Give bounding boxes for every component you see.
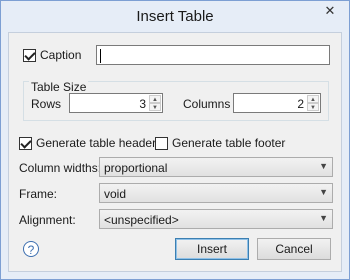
caption-checkbox-row[interactable]: Caption [23,48,81,62]
table-size-label: Table Size [29,80,89,94]
rows-spin-buttons[interactable]: ▲ ▼ [149,95,161,111]
cancel-button[interactable]: Cancel [257,238,331,260]
close-icon: ✕ [324,3,336,18]
columns-spin-buttons[interactable]: ▲ ▼ [307,95,319,111]
insert-button[interactable]: Insert [175,238,249,260]
alignment-select[interactable]: <unspecified> ▼ [99,209,333,229]
frame-label: Frame: [19,187,58,201]
column-widths-label: Column widths: [19,161,102,175]
rows-value: 3 [139,97,146,111]
header-checkbox[interactable] [19,136,32,150]
text-caret [100,49,101,63]
help-icon[interactable]: ? [23,241,39,257]
caption-checkbox[interactable] [23,48,36,62]
caption-input[interactable] [96,45,330,65]
rows-up-icon[interactable]: ▲ [149,95,161,103]
rows-down-icon[interactable]: ▼ [149,103,161,111]
columns-spinbox[interactable]: 2 ▲ ▼ [233,93,321,113]
frame-value: void [104,187,127,201]
alignment-value: <unspecified> [104,213,179,227]
column-widths-select[interactable]: proportional ▼ [99,157,333,177]
header-label: Generate table header [36,136,157,150]
footer-checkbox-row[interactable]: Generate table footer [155,136,285,150]
header-checkbox-row[interactable]: Generate table header [19,136,156,150]
column-widths-value: proportional [104,161,168,175]
dialog-title: Insert Table [136,8,214,25]
alignment-label: Alignment: [19,213,76,227]
close-button[interactable]: ✕ [317,2,343,20]
chevron-down-icon: ▼ [319,161,328,171]
caption-label: Caption [40,48,82,62]
columns-label: Columns [183,97,231,111]
columns-value: 2 [297,97,304,111]
rows-label: Rows [31,97,62,111]
footer-label: Generate table footer [172,136,286,150]
footer-checkbox[interactable] [155,136,168,150]
title-bar[interactable]: Insert Table ✕ [1,1,349,33]
columns-up-icon[interactable]: ▲ [307,95,319,103]
chevron-down-icon: ▼ [319,187,328,197]
chevron-down-icon: ▼ [319,213,328,223]
dialog-body: Caption Table Size Rows 3 ▲ ▼ Columns 2 … [8,32,342,272]
frame-select[interactable]: void ▼ [99,183,333,203]
insert-table-dialog: Insert Table ✕ Caption Table Size Rows 3… [0,0,350,280]
rows-spinbox[interactable]: 3 ▲ ▼ [69,93,163,113]
columns-down-icon[interactable]: ▼ [307,103,319,111]
